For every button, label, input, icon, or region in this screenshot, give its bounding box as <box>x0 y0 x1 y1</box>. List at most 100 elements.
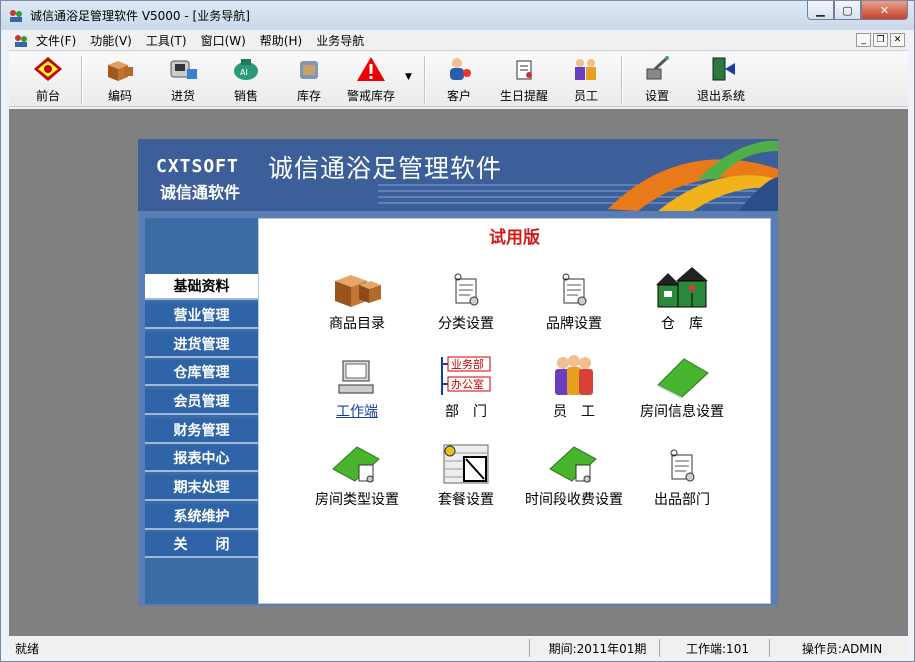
maximize-button[interactable]: ▢ <box>834 1 861 20</box>
mdi-doc-icon[interactable] <box>13 33 29 49</box>
toolbar-separator <box>621 56 623 104</box>
document-icon <box>670 449 695 482</box>
item-workstation[interactable]: 工作端 <box>302 341 412 421</box>
toolbar-dropdown-arrow-icon[interactable]: ▼ <box>405 72 412 82</box>
warning-icon <box>357 57 385 81</box>
svg-text:AI: AI <box>240 68 248 77</box>
status-period: 期间:2011年01期 <box>529 639 659 657</box>
content-area: 试用版 商品目录 分类设置 品牌设置 仓 库 工作端 业务部 办公室 部 门 员… <box>258 218 771 604</box>
toolbar: 前台 编码 进货 AI 销售 库存 警戒库存 ▼ 客户 生日提醒 员工 设置 退… <box>9 52 908 107</box>
toolbar-separator <box>81 56 83 104</box>
item-staff[interactable]: 员 工 <box>519 341 629 421</box>
item-label: 出品部门 <box>654 492 710 508</box>
item-label: 商品目录 <box>329 316 385 332</box>
status-ready: 就绪 <box>15 641 40 656</box>
dept-tag-office: 办公室 <box>451 377 484 391</box>
birthday-reminder-icon <box>516 60 532 80</box>
toolbar-front-desk-button[interactable]: 前台 <box>23 54 73 106</box>
toolbar-label: 编码 <box>107 89 132 103</box>
green-book-icon <box>332 446 380 483</box>
sidebar-item-basic-data[interactable]: 基础资料 <box>145 274 258 300</box>
item-label: 分类设置 <box>438 316 494 332</box>
sidebar-item-warehouse[interactable]: 仓库管理 <box>145 360 258 386</box>
computer-icon <box>338 360 374 394</box>
sidebar-item-maintenance[interactable]: 系统维护 <box>145 504 258 530</box>
toolbar-label: 退出系统 <box>696 89 745 103</box>
boxes-icon <box>108 61 133 81</box>
close-button[interactable]: ✕ <box>861 1 908 20</box>
green-book-icon <box>657 358 709 399</box>
item-label: 工作端 <box>336 404 378 420</box>
mdi-minimize-button[interactable]: _ <box>856 33 871 47</box>
minimize-button[interactable]: ▁ <box>807 1 834 20</box>
mdi-restore-button[interactable]: ❐ <box>873 33 888 47</box>
toolbar-inventory-button[interactable]: 库存 <box>284 54 334 106</box>
toolbar-warning-stock-button[interactable]: 警戒库存 <box>344 54 398 106</box>
window-title: 诚信通浴足管理软件 V5000 - [业务导航] <box>30 9 250 23</box>
dept-tag-business: 业务部 <box>451 357 484 371</box>
menu-function[interactable]: 功能(V) <box>83 32 139 49</box>
staff-icon <box>575 59 596 80</box>
sidebar-item-close[interactable]: 关 闭 <box>145 532 258 558</box>
toolbar-sales-button[interactable]: AI 销售 <box>221 54 271 106</box>
status-bar: 就绪 期间:2011年01期 工作端:101 操作员:ADMIN <box>9 638 908 658</box>
toolbar-label: 警戒库存 <box>346 89 395 103</box>
toolbar-settings-button[interactable]: 设置 <box>632 54 682 106</box>
mdi-close-button[interactable]: ✕ <box>890 33 905 47</box>
item-product-catalog[interactable]: 商品目录 <box>302 253 412 333</box>
item-room-type-settings[interactable]: 房间类型设置 <box>302 429 412 509</box>
item-category-settings[interactable]: 分类设置 <box>411 253 521 333</box>
item-label: 房间信息设置 <box>640 404 724 420</box>
sidebar-item-finance[interactable]: 财务管理 <box>145 418 258 444</box>
status-operator: 操作员:ADMIN <box>769 639 908 657</box>
menu-help[interactable]: 帮助(H) <box>253 32 309 49</box>
toolbar-purchase-button[interactable]: 进货 <box>158 54 208 106</box>
banner: CXTSOFT 诚信通软件 诚信通浴足管理软件 <box>138 139 778 211</box>
status-workstation: 工作端:101 <box>659 639 769 657</box>
toolbar-staff-button[interactable]: 员工 <box>561 54 611 106</box>
toolbar-customer-button[interactable]: 客户 <box>434 54 484 106</box>
item-warehouse[interactable]: 仓 库 <box>627 253 737 333</box>
exit-icon <box>712 57 735 81</box>
sidebar-item-purchase[interactable]: 进货管理 <box>145 332 258 358</box>
item-output-department[interactable]: 出品部门 <box>627 429 737 509</box>
green-book-icon <box>549 446 597 483</box>
item-label: 部 门 <box>445 404 487 420</box>
item-package-settings[interactable]: 套餐设置 <box>411 429 521 509</box>
toolbar-label: 库存 <box>296 89 321 103</box>
toolbar-code-button[interactable]: 编码 <box>95 54 145 106</box>
menu-tools[interactable]: 工具(T) <box>139 32 194 49</box>
menu-window[interactable]: 窗口(W) <box>194 32 253 49</box>
toolbar-birthday-reminder-button[interactable]: 生日提醒 <box>494 54 554 106</box>
toolbar-label: 进货 <box>170 89 195 103</box>
inventory-icon <box>300 61 318 79</box>
warehouse-icon <box>656 267 708 308</box>
item-room-info-settings[interactable]: 房间信息设置 <box>627 341 737 421</box>
trial-label: 试用版 <box>489 228 540 248</box>
settings-icon <box>646 56 669 80</box>
sidebar-item-reports[interactable]: 报表中心 <box>145 446 258 472</box>
sales-icon: AI <box>234 59 258 80</box>
item-label: 员 工 <box>553 404 595 420</box>
item-department[interactable]: 业务部办公室 部 门 <box>411 341 521 421</box>
menu-file[interactable]: 文件(F) <box>29 32 83 49</box>
brand-cn: 诚信通软件 <box>160 183 241 202</box>
product-title: 诚信通浴足管理软件 <box>268 154 503 183</box>
toolbar-label: 销售 <box>233 89 258 103</box>
toolbar-label: 生日提醒 <box>499 89 548 103</box>
app-window: 诚信通浴足管理软件 V5000 - [业务导航] ▁ ▢ ✕ 文件(F) 功能(… <box>0 0 915 662</box>
menu-business-nav[interactable]: 业务导航 <box>309 32 371 49</box>
item-label: 时间段收费设置 <box>525 492 623 508</box>
sidebar-item-business[interactable]: 营业管理 <box>145 303 258 329</box>
menu-bar: 文件(F) 功能(V) 工具(T) 窗口(W) 帮助(H) 业务导航 _ ❐ ✕ <box>9 31 908 51</box>
toolbar-exit-button[interactable]: 退出系统 <box>689 54 753 106</box>
customer-icon <box>450 58 471 80</box>
item-label: 套餐设置 <box>438 492 494 508</box>
sidebar-item-period-end[interactable]: 期末处理 <box>145 475 258 501</box>
item-brand-settings[interactable]: 品牌设置 <box>519 253 629 333</box>
item-label: 房间类型设置 <box>315 492 399 508</box>
item-time-charge-settings[interactable]: 时间段收费设置 <box>519 429 629 509</box>
package-icon <box>443 444 489 484</box>
document-icon <box>562 273 587 306</box>
sidebar-item-member[interactable]: 会员管理 <box>145 389 258 415</box>
